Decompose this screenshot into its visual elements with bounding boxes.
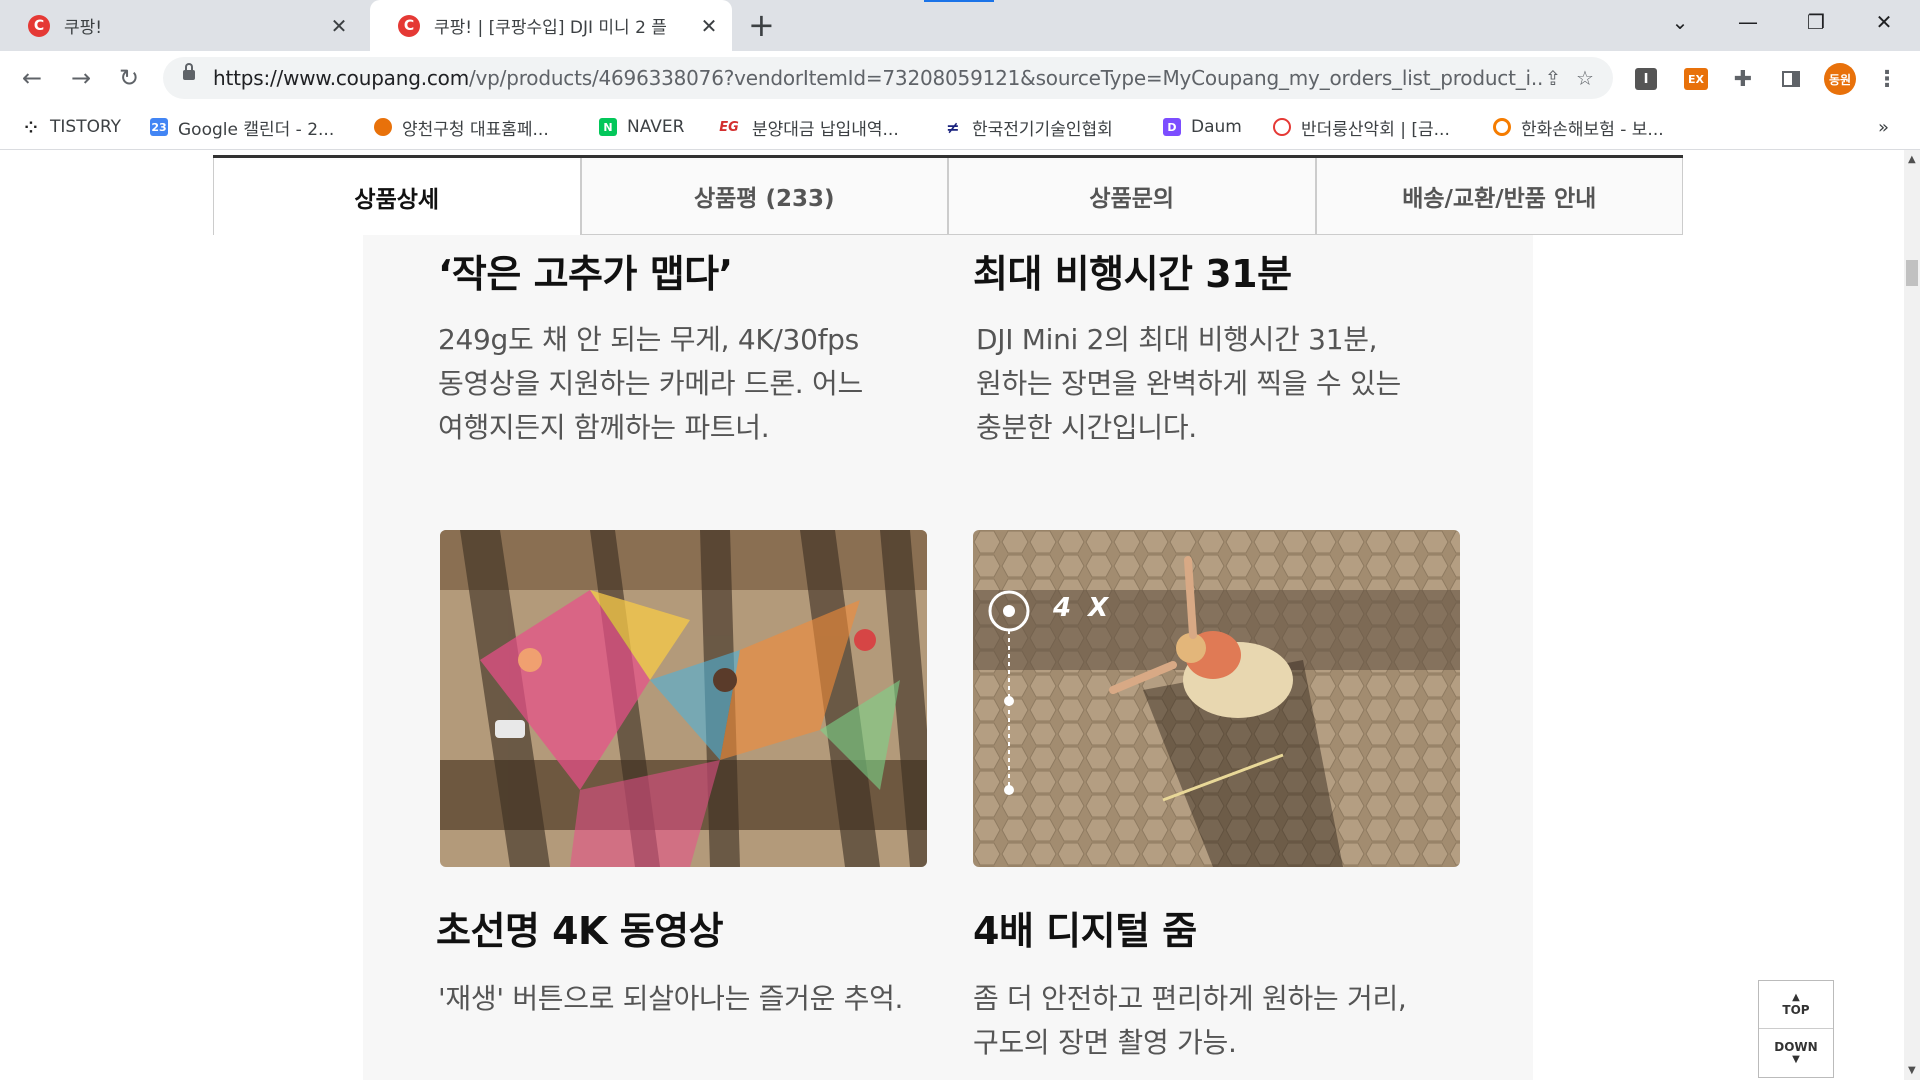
bookmark-google-calendar[interactable]: 23 Google 캘린더 - 2... [150, 116, 334, 140]
feature-title: 최대 비행시간 31분 [973, 252, 1292, 296]
side-panel-icon[interactable] [1778, 66, 1804, 92]
calendar-icon: 23 [150, 118, 168, 136]
bookmark-yangcheon[interactable]: 양천구청 대표홈페... [374, 116, 549, 140]
back-arrow-icon[interactable]: ← [15, 61, 49, 95]
product-tab-nav: 상품상세 상품평 (233) 상품문의 배송/교환/반품 안내 [213, 155, 1683, 238]
bookmark-star-icon[interactable]: ☆ [1571, 64, 1599, 92]
tab-strip: C 쿠팡! ✕ C 쿠팡! | [쿠팡수입] DJI 미니 2 플 ✕ + ⌄ … [0, 0, 1920, 51]
feature-description: 좀 더 안전하고 편리하게 원하는 거리, 구도의 장면 촬영 가능. [973, 982, 1407, 1059]
extensions-puzzle-icon[interactable]: ✚ [1730, 66, 1756, 92]
daum-icon: D [1163, 118, 1181, 136]
page-scrollbar[interactable]: ▲ ▼ [1904, 150, 1920, 1080]
bookmark-kea[interactable]: ≠ 한국전기기술인협회 [944, 116, 1112, 140]
bookmark-naver[interactable]: N NAVER [599, 116, 684, 138]
scroll-down-button[interactable]: DOWN ▼ [1759, 1028, 1833, 1076]
tab-reviews[interactable]: 상품평 (233) [580, 158, 948, 235]
tab-search-chevron-icon[interactable]: ⌄ [1650, 0, 1710, 44]
feature-description: 249g도 채 안 되는 무게, 4K/30fps 동영상을 지원하는 카메라 드… [438, 323, 863, 444]
naver-icon: N [599, 118, 617, 136]
new-tab-plus-icon[interactable]: + [748, 8, 775, 42]
bookmark-tistory[interactable]: ⁘ TISTORY [22, 116, 121, 138]
feature-description: DJI Mini 2의 최대 비행시간 31분, 원하는 장면을 완벽하게 찍을 … [976, 323, 1401, 444]
club-icon [1273, 118, 1291, 136]
menu-kebab-icon[interactable]: ⋮ [1874, 66, 1900, 92]
feature-title: 4배 디지털 줌 [973, 909, 1197, 953]
coupang-favicon-icon: C [398, 14, 420, 37]
lock-icon [183, 63, 195, 80]
page-viewport: 상품상세 상품평 (233) 상품문의 배송/교환/반품 안내 ‘작은 고추가 … [0, 150, 1904, 1080]
bookmark-eg[interactable]: EG 분양대금 납입내역... [716, 116, 899, 140]
close-window-icon[interactable]: ✕ [1854, 0, 1914, 44]
kea-icon: ≠ [946, 117, 960, 137]
bookmark-daum[interactable]: D Daum [1163, 116, 1242, 138]
bookmarks-bar: ⁘ TISTORY 23 Google 캘린더 - 2... 양천구청 대표홈페..… [0, 105, 1920, 150]
feature-title: 초선명 4K 동영상 [436, 909, 724, 953]
browser-tab-1[interactable]: C 쿠팡! ✕ [0, 0, 362, 51]
top-down-float: ▲ TOP DOWN ▼ [1758, 980, 1834, 1078]
digital-zoom-image: 4 X [973, 530, 1460, 867]
loading-indicator [924, 0, 994, 2]
bookmark-hanwha[interactable]: 한화손해보험 - 보... [1493, 116, 1664, 140]
close-tab-icon[interactable]: ✕ [698, 15, 720, 37]
eg-icon: EG [719, 119, 739, 135]
zoom-4x-label: 4 X [1053, 593, 1113, 623]
tab-product-detail[interactable]: 상품상세 [213, 158, 581, 235]
close-tab-icon[interactable]: ✕ [328, 15, 350, 37]
scroll-down-arrow-icon[interactable]: ▼ [1908, 1065, 1916, 1076]
tab-title: 쿠팡! | [쿠팡수입] DJI 미니 2 플 [434, 18, 667, 38]
browser-toolbar: ← → ↻ https://www.coupang.com/vp/product… [0, 51, 1920, 105]
bookmark-club[interactable]: 반더룽산악회 | [금... [1273, 116, 1450, 140]
arrow-down-icon: ▼ [1792, 1054, 1800, 1065]
scrollbar-thumb[interactable] [1906, 260, 1918, 286]
browser-tab-2-active[interactable]: C 쿠팡! | [쿠팡수입] DJI 미니 2 플 ✕ [370, 0, 732, 51]
coupang-favicon-icon: C [28, 14, 50, 37]
url-text[interactable]: https://www.coupang.com/vp/products/4696… [213, 66, 1543, 90]
tab-title: 쿠팡! [64, 18, 103, 38]
tab-shipping-returns[interactable]: 배송/교환/반품 안내 [1315, 158, 1683, 235]
arrow-up-icon: ▲ [1792, 992, 1800, 1003]
reload-icon[interactable]: ↻ [112, 61, 146, 95]
scroll-up-arrow-icon[interactable]: ▲ [1908, 154, 1916, 165]
scroll-top-button[interactable]: ▲ TOP [1759, 981, 1833, 1028]
product-detail-content: ‘작은 고추가 맵다’ 249g도 채 안 되는 무게, 4K/30fps 동영상… [363, 235, 1533, 1080]
drone-aerial-image [440, 530, 927, 867]
address-bar[interactable]: https://www.coupang.com/vp/products/4696… [163, 57, 1613, 99]
tistory-icon: ⁘ [24, 117, 38, 137]
restore-icon[interactable]: ❐ [1786, 0, 1846, 44]
extension-ex-icon[interactable]: EX [1684, 68, 1708, 90]
hanwha-icon [1493, 118, 1511, 136]
extension-i-icon[interactable]: I [1635, 68, 1657, 90]
feature-title: ‘작은 고추가 맵다’ [438, 252, 733, 296]
feature-description: '재생' 버튼으로 되살아나는 즐거운 추억. [438, 982, 904, 1015]
minimize-icon[interactable]: — [1718, 0, 1778, 44]
forward-arrow-icon[interactable]: → [64, 61, 98, 95]
more-bookmarks-chevron-icon[interactable]: » [1878, 116, 1889, 138]
share-icon[interactable]: ⇪ [1539, 64, 1567, 92]
yangcheon-icon [374, 118, 392, 136]
tab-inquiries[interactable]: 상품문의 [948, 158, 1316, 235]
profile-avatar[interactable]: 동원 [1824, 63, 1856, 95]
